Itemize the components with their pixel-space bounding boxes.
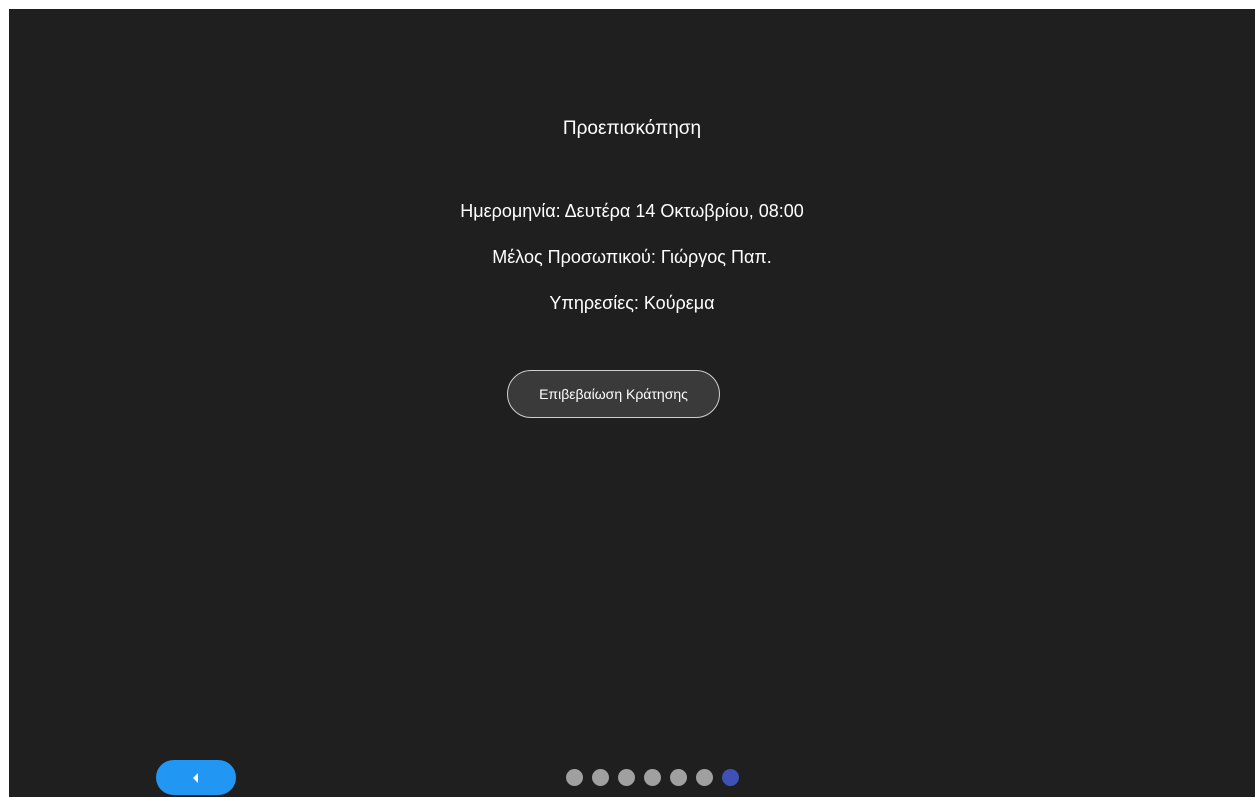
step-dot-2 <box>592 769 609 786</box>
booking-preview-screen: Προεπισκόπηση Ημερομηνία: Δευτέρα 14 Οκτ… <box>9 9 1255 797</box>
step-dot-6 <box>696 769 713 786</box>
step-dot-5 <box>670 769 687 786</box>
back-button[interactable] <box>156 760 236 795</box>
step-dot-7-active <box>722 769 739 786</box>
confirm-booking-button[interactable]: Επιβεβαίωση Κράτησης <box>507 370 720 418</box>
step-indicator <box>566 769 739 786</box>
step-dot-4 <box>644 769 661 786</box>
step-dot-3 <box>618 769 635 786</box>
step-dot-1 <box>566 769 583 786</box>
selected-services: Υπηρεσίες: Κούρεμα <box>549 293 715 313</box>
chevron-left-icon <box>193 772 198 783</box>
appointment-date: Ημερομηνία: Δευτέρα 14 Οκτωβρίου, 08:00 <box>460 201 804 221</box>
page-title: Προεπισκόπηση <box>562 118 702 139</box>
staff-member: Μέλος Προσωπικού: Γιώργος Παπ. <box>492 247 772 267</box>
